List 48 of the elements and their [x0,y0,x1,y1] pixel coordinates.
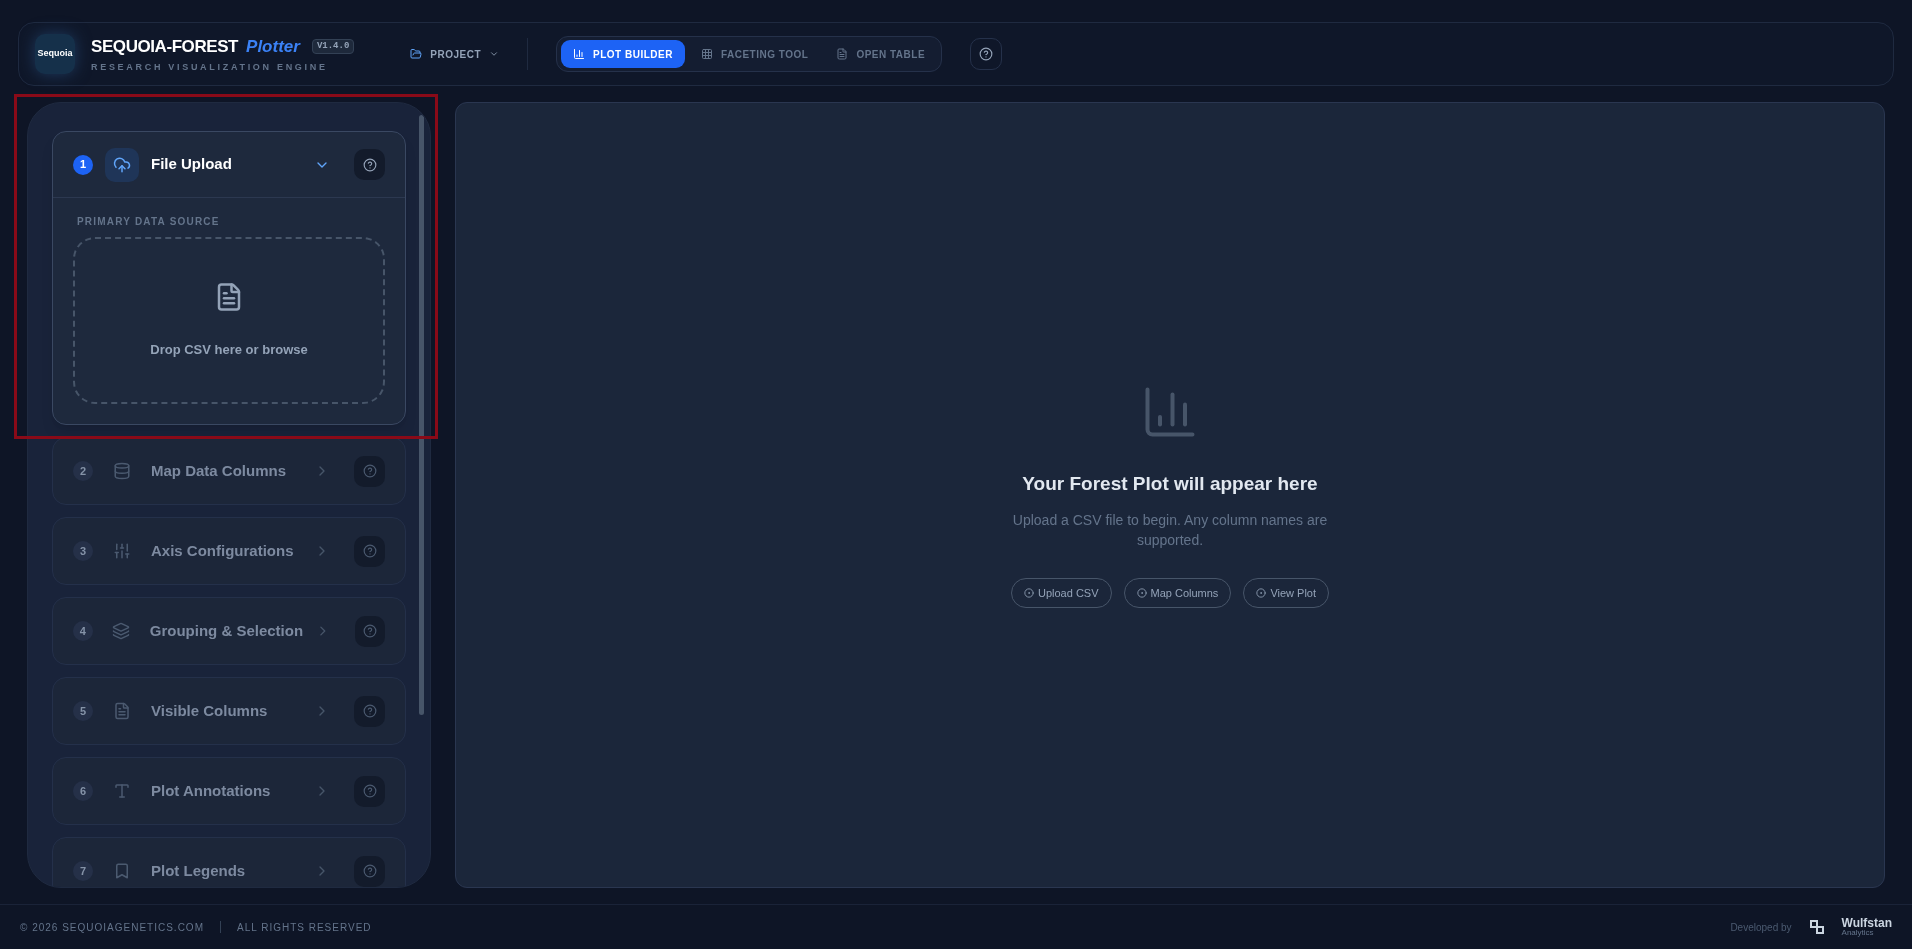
nav-tab[interactable]: FACETING TOOL [688,40,821,68]
folder-icon [410,48,423,60]
step-number: 3 [73,541,93,561]
app-title: SEQUOIA-FOREST [91,35,239,58]
help-icon [362,704,377,718]
logo-text: Sequoia [37,47,73,61]
help-icon [979,47,994,61]
project-menu[interactable]: PROJECT [410,46,500,62]
nav-tab[interactable]: PLOT BUILDER [561,40,685,68]
step-number: 6 [73,781,93,801]
step-number: 1 [73,154,93,175]
step-icon [105,147,139,182]
tab-icon [700,48,713,60]
version-badge: V1.4.0 [311,38,355,54]
help-icon [362,624,377,638]
circle-dot-icon [1023,588,1034,599]
section-label: PRIMARY DATA SOURCE [76,215,221,229]
copyright-link[interactable]: © 2026 SEQUOIAGENETICS.COM [20,919,204,935]
step-number: 4 [73,621,93,641]
help-button[interactable] [354,149,385,180]
drop-text: Drop CSV here or browse [150,340,308,359]
step-number: 7 [73,861,93,881]
empty-title: Your Forest Plot will appear here [1022,471,1318,496]
nav-tab[interactable]: OPEN TABLE [824,40,938,68]
app-subtitle: RESEARCH VISUALIZATION ENGINE [91,61,329,74]
tab-icon [836,48,849,60]
step-number: 2 [73,461,93,481]
brand-sub: Analytics [1841,929,1875,937]
help-icon [362,544,377,558]
brand-logo-icon [1807,918,1826,936]
rights-text: ALL RIGHTS RESERVED [236,920,372,935]
empty-message: Upload a CSV file to begin. Any column names are supported. [1011,511,1329,551]
step-title[interactable]: File Upload [151,153,302,176]
app-title-accent: Plotter [246,35,300,58]
help-icon [362,464,377,478]
help-icon [362,784,377,798]
help-icon [362,157,377,172]
brand-name: Wulfstan [1841,917,1892,929]
help-icon [362,864,377,878]
drop-zone[interactable]: Drop CSV here or browse [73,237,385,404]
tab-icon [573,48,586,60]
step-number: 5 [73,701,93,721]
circle-dot-icon [1256,588,1267,599]
developed-by: Developed by [1730,920,1792,935]
chevron-down-icon [489,49,500,59]
scrollbar-thumb[interactable] [419,115,424,715]
circle-dot-icon [1136,588,1147,599]
help-button[interactable] [970,38,1003,70]
